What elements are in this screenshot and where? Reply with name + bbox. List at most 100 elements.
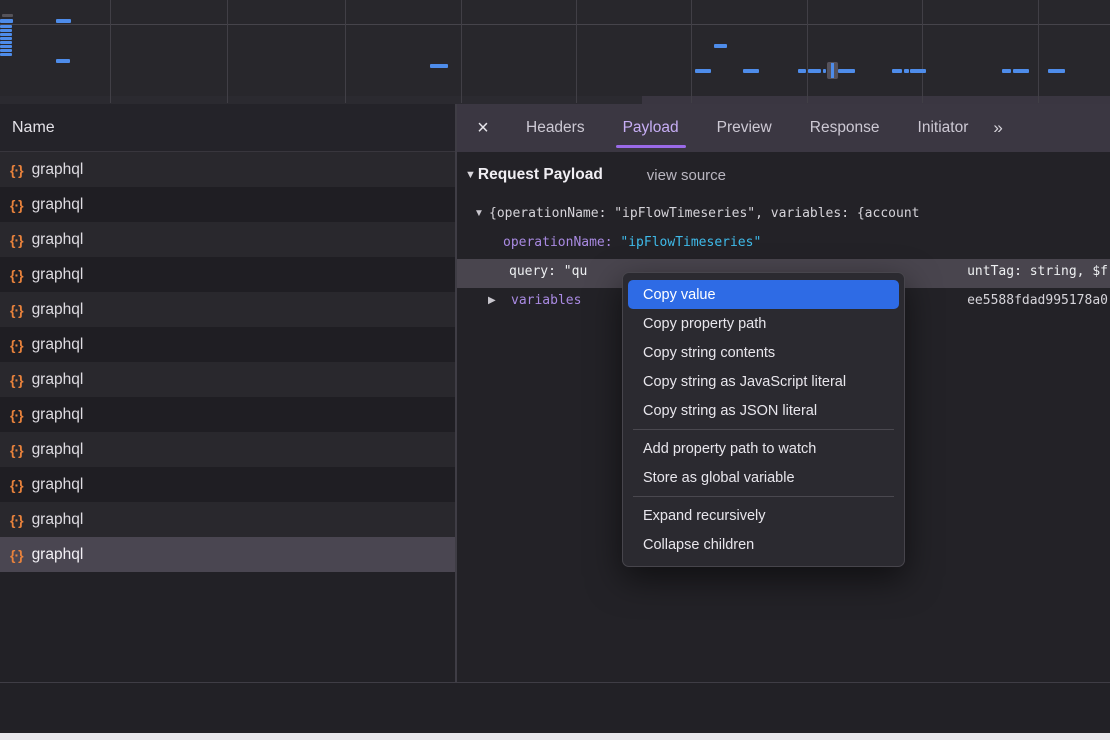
request-row[interactable]: {·}graphql xyxy=(0,397,455,432)
request-row[interactable]: {·} graphql xyxy=(0,292,455,327)
json-braces-icon: {·} xyxy=(10,372,23,388)
menu-separator xyxy=(633,429,894,430)
tree-disclosure-icon[interactable]: ▶ xyxy=(488,295,496,306)
waterfall-request-bar xyxy=(0,53,12,56)
tab-label: Preview xyxy=(717,119,772,137)
menu-item-collapse-children[interactable]: Collapse children xyxy=(628,530,899,559)
waterfall-request-bar xyxy=(798,69,806,73)
tree-text-segment: operationName: xyxy=(503,235,620,250)
waterfall-request-bar xyxy=(56,59,70,63)
request-row[interactable]: {·}graphql xyxy=(0,152,455,187)
json-braces-icon: {·} xyxy=(10,337,23,353)
json-braces-icon: {·} xyxy=(10,547,23,563)
menu-item-add-property-path-to-watch[interactable]: Add property path to watch xyxy=(628,434,899,463)
waterfall-gridline xyxy=(461,0,462,103)
waterfall-request-bar xyxy=(56,19,71,23)
waterfall-request-bar xyxy=(0,45,12,48)
request-row[interactable]: {·}graphql xyxy=(0,187,455,222)
waterfall-bottom-strip-right xyxy=(642,96,1110,104)
request-name-label: graphql xyxy=(32,196,84,214)
waterfall-gridline xyxy=(576,0,577,103)
waterfall-request-bar xyxy=(695,69,711,73)
request-name-label: graphql xyxy=(32,476,84,494)
menu-item-copy-string-as-json-literal[interactable]: Copy string as JSON literal xyxy=(628,396,899,425)
request-name-label: graphql xyxy=(32,266,84,284)
tree-row-text: {operationName: "ipFlowTimeseries", vari… xyxy=(489,206,919,221)
request-name-label: graphql xyxy=(32,441,84,459)
tree-text-segment: {operationName: "ipFlowTimeseries", vari… xyxy=(489,206,919,221)
request-row[interactable]: {·} graphql xyxy=(0,537,455,572)
tab-preview[interactable]: Preview xyxy=(698,104,791,152)
request-row[interactable]: {·} graphql xyxy=(0,257,455,292)
waterfall-request-bar xyxy=(430,64,448,68)
menu-item-store-as-global-variable[interactable]: Store as global variable xyxy=(628,463,899,492)
menu-item-label: Collapse children xyxy=(643,537,754,553)
request-name-label: graphql xyxy=(32,546,84,564)
menu-item-label: Copy value xyxy=(643,287,716,303)
menu-separator xyxy=(633,496,894,497)
name-column-header[interactable]: Name xyxy=(0,104,455,152)
menu-item-label: Copy string as JSON literal xyxy=(643,403,817,419)
context-menu: Copy value Copy property path Copy string … xyxy=(622,272,905,567)
json-braces-icon: {·} xyxy=(10,302,23,318)
json-braces-icon: {·} xyxy=(10,267,23,283)
tab-initiator[interactable]: Initiator xyxy=(899,104,988,152)
name-column-header-label: Name xyxy=(12,119,55,137)
json-braces-icon: {·} xyxy=(10,162,23,178)
menu-item-copy-string-as-javascript-literal[interactable]: Copy string as JavaScript literal xyxy=(628,367,899,396)
menu-item-expand-recursively[interactable]: Expand recursively xyxy=(628,501,899,530)
waterfall-request-bar xyxy=(0,41,12,44)
waterfall-gridline xyxy=(922,0,923,103)
waterfall-gridline xyxy=(691,0,692,103)
waterfall-request-bar xyxy=(1048,69,1065,73)
network-overview-waterfall[interactable] xyxy=(0,0,1110,104)
request-row[interactable]: {·}graphql xyxy=(0,222,455,257)
waterfall-request-bar xyxy=(714,44,727,48)
tab-headers[interactable]: Headers xyxy=(507,104,604,152)
waterfall-request-bar xyxy=(0,29,12,32)
payload-tree-row[interactable]: operationName: "ipFlowTimeseries" xyxy=(457,230,1110,259)
request-name-label: graphql xyxy=(32,371,84,389)
page-bottom-edge xyxy=(0,733,1110,740)
tab-label: Initiator xyxy=(918,119,969,137)
menu-item-label: Copy string as JavaScript literal xyxy=(643,374,846,390)
request-name-label: graphql xyxy=(32,301,84,319)
waterfall-gridline xyxy=(1038,0,1039,103)
more-tabs-chevron-icon[interactable]: » xyxy=(993,118,1000,138)
request-row[interactable]: {·} graphql xyxy=(0,432,455,467)
waterfall-request-bar xyxy=(816,69,821,73)
request-row[interactable]: {·} graphql xyxy=(0,467,455,502)
tabs: HeadersPayload Preview Response Initiator xyxy=(507,104,987,152)
menu-item-label: Copy property path xyxy=(643,316,766,332)
json-braces-icon: {·} xyxy=(10,442,23,458)
menu-item-copy-string-contents[interactable]: Copy string contents xyxy=(628,338,899,367)
request-row[interactable]: {·}graphql xyxy=(0,502,455,537)
waterfall-request-bar xyxy=(0,49,12,52)
request-row[interactable]: {·} graphql xyxy=(0,362,455,397)
menu-item-label: Store as global variable xyxy=(643,470,795,486)
json-braces-icon: {·} xyxy=(10,477,23,493)
waterfall-request-bar xyxy=(0,19,13,23)
request-row[interactable]: {·}graphql xyxy=(0,327,455,362)
tree-row-text: operationName: "ipFlowTimeseries" xyxy=(503,235,761,250)
waterfall-request-bar xyxy=(0,33,12,36)
tab-payload[interactable]: Payload xyxy=(604,104,698,152)
request-name-label: graphql xyxy=(32,231,84,249)
waterfall-request-bar xyxy=(823,69,826,73)
json-braces-icon: {·} xyxy=(10,407,23,423)
devtools-network-panel: Name {·} graphql {·} graphql {·} graphql {·} gr… xyxy=(0,0,1110,740)
json-braces-icon: {·} xyxy=(10,512,23,528)
waterfall-horizontal-gridline xyxy=(0,24,1110,25)
tree-row-text-clipped: ee5588fdad995178a0 xyxy=(967,293,1108,308)
menu-item-label: Add property path to watch xyxy=(643,441,816,457)
waterfall-gridline xyxy=(227,0,228,103)
tree-row-text: query: "qu xyxy=(509,264,587,279)
menu-item-copy-value[interactable]: Copy value xyxy=(628,280,899,309)
menu-item-copy-property-path[interactable]: Copy property path xyxy=(628,309,899,338)
tree-disclosure-icon[interactable]: ▼ xyxy=(474,208,484,219)
tab-response[interactable]: Response xyxy=(791,104,899,152)
view-source-link[interactable]: view source xyxy=(647,167,726,184)
close-icon[interactable]: × xyxy=(473,118,493,138)
section-disclosure-triangle-icon[interactable]: ▼ xyxy=(465,169,476,181)
payload-tree-row[interactable]: ▼ {operationName: "ipFlowTimeseries", var… xyxy=(457,201,1110,230)
